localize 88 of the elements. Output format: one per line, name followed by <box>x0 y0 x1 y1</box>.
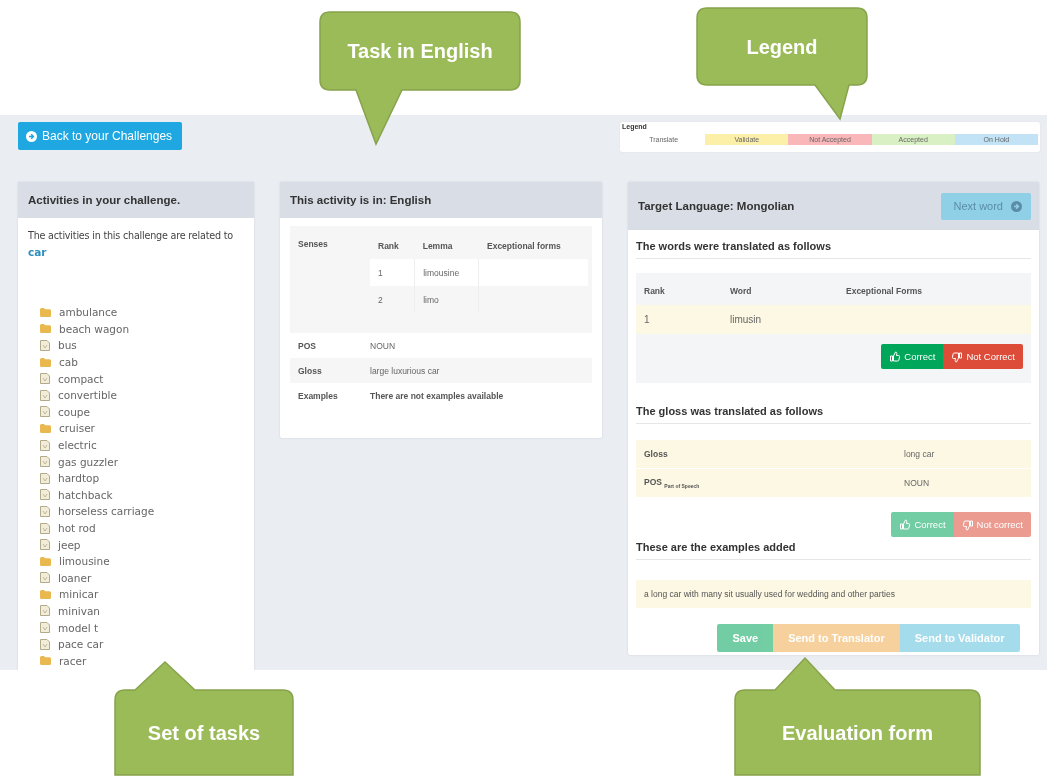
table-cell: 2 <box>370 286 415 313</box>
thumbs-down-icon <box>961 518 974 531</box>
tree-item[interactable]: cruiser <box>40 420 95 437</box>
section-heading: The words were translated as follows <box>636 240 1031 259</box>
tree-item[interactable]: pace car <box>40 635 104 653</box>
tree-item[interactable]: minivan <box>40 602 101 620</box>
tree-item[interactable]: minicar <box>40 586 99 603</box>
folder-icon <box>40 324 51 334</box>
table-cell: limusin <box>722 305 838 334</box>
field-label: Gloss <box>643 449 669 459</box>
field-label: POS $_{Part of Speech}$ <box>643 477 701 489</box>
callout-label: Set of tasks <box>147 721 261 744</box>
file-icon <box>40 456 50 468</box>
table-cell: 1 <box>370 259 415 286</box>
folder-icon <box>40 357 51 367</box>
table-cell: limo <box>414 286 479 313</box>
panel-title: This activity is in: English <box>290 194 432 206</box>
field-value: large luxurious car <box>370 365 440 376</box>
field-value: There are not examples available <box>370 390 504 401</box>
file-icon <box>40 389 50 401</box>
field-value: NOUN <box>370 340 396 351</box>
callout-label: Evaluation form <box>781 721 934 744</box>
table-cell: 1 <box>636 305 722 334</box>
example-text: a long car with many sit usually used for wedding and other parties <box>636 580 1031 608</box>
tree-item[interactable]: hardtop <box>40 469 100 487</box>
section-heading: The gloss was translated as follows <box>636 405 1031 424</box>
tree-item[interactable]: horseless carriage <box>40 503 155 520</box>
column-header: Rank <box>370 232 415 259</box>
tree-item[interactable]: compact <box>40 370 104 387</box>
folder-icon <box>40 656 51 666</box>
column-header: Rank <box>636 277 722 305</box>
not-correct-button[interactable]: Not Correct <box>943 344 1023 369</box>
tree-item[interactable]: cab <box>40 353 78 371</box>
field-value: long car <box>903 449 935 459</box>
tree-item[interactable]: electric <box>40 436 97 454</box>
folder-icon <box>40 556 51 566</box>
thumbs-up-icon <box>889 350 902 363</box>
file-icon <box>40 472 50 484</box>
file-icon <box>40 505 50 517</box>
tree-item[interactable]: racer <box>40 652 87 670</box>
correct-button[interactable]: Correct <box>881 344 944 369</box>
column-header: Word <box>722 277 838 305</box>
tree-item[interactable]: hot rod <box>40 519 96 537</box>
arrow-circle-icon <box>26 130 37 142</box>
tree-item[interactable]: beach wagon <box>40 320 130 338</box>
tree-item[interactable]: coupe <box>40 403 90 421</box>
file-icon <box>40 439 50 451</box>
file-icon <box>40 622 50 634</box>
tree-item[interactable]: bus <box>40 337 77 354</box>
field-label: Examples <box>297 390 339 401</box>
tree-item[interactable]: model t <box>40 619 99 636</box>
field-label: Gloss <box>297 365 323 376</box>
folder-icon <box>40 307 51 317</box>
section-heading: These are the examples added <box>636 541 1031 560</box>
file-icon <box>40 340 50 351</box>
tree-item[interactable]: convertible <box>40 386 117 404</box>
arrow-circle-icon <box>1011 200 1022 212</box>
file-icon <box>40 522 50 534</box>
column-header: Lemma <box>414 232 479 259</box>
tree-item[interactable]: gas guzzler <box>40 453 118 470</box>
tree-item[interactable]: loaner <box>40 569 92 587</box>
file-icon <box>40 489 50 501</box>
folder-icon <box>40 589 51 599</box>
tree-item[interactable]: hatchback <box>40 486 113 504</box>
file-icon <box>40 605 50 617</box>
thumbs-down-icon <box>951 350 964 363</box>
intro-text: The activities in this challenge are related to <box>28 229 234 243</box>
field-label: POS <box>297 340 317 351</box>
callout-label: Legend <box>746 35 818 58</box>
topic-link[interactable]: car <box>28 244 47 260</box>
file-icon <box>40 638 50 650</box>
field-label: Senses <box>297 238 329 251</box>
file-icon <box>40 572 50 584</box>
thumbs-up-icon <box>899 518 912 531</box>
table-cell: limousine <box>414 259 479 286</box>
tree-item[interactable]: ambulance <box>40 304 118 321</box>
folder-icon <box>40 423 51 433</box>
file-icon <box>40 373 50 385</box>
file-icon <box>40 539 50 551</box>
field-value: NOUN <box>903 478 930 488</box>
column-header: Exceptional forms <box>479 232 588 259</box>
column-header: Exceptional Forms <box>838 277 1031 305</box>
file-icon <box>40 406 50 418</box>
panel-title: Activities in your challenge. <box>28 194 181 206</box>
tree-item[interactable]: jeep <box>40 536 81 553</box>
panel-title: Target Language: Mongolian <box>638 200 795 212</box>
callout-label: Task in English <box>347 39 493 63</box>
tree-item[interactable]: limousine <box>40 552 110 570</box>
